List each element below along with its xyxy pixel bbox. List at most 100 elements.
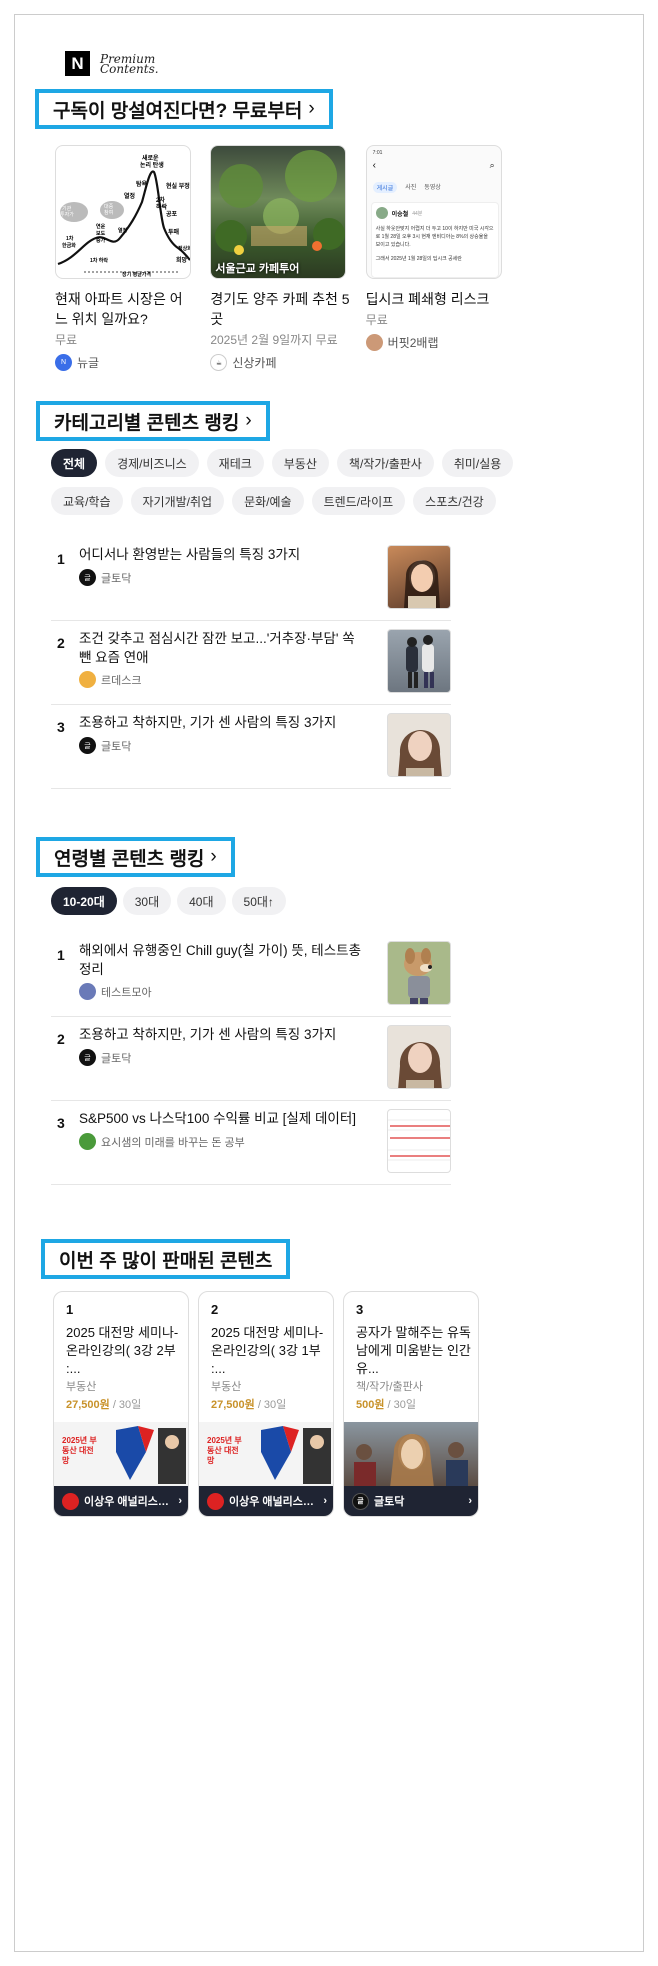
- chevron-right-icon: ›: [323, 1495, 327, 1507]
- chip-hobby[interactable]: 취미/실용: [441, 449, 514, 477]
- ranking-item[interactable]: 3 조용하고 착하지만, 기가 센 사람의 특징 3가지 글 글토닥: [51, 705, 451, 789]
- svg-text:하락: 하락: [156, 203, 168, 211]
- best-card[interactable]: 2 2025 대전망 세미나- 온라인강의( 3강 1부 :... 부동산 27…: [198, 1291, 334, 1517]
- rank-author[interactable]: 글 글토닥: [79, 1049, 131, 1066]
- price-period: / 30일: [254, 1399, 287, 1411]
- free-section-title[interactable]: 구독이 망설여진다면? 무료부터 ›: [35, 89, 333, 129]
- ranking-item[interactable]: 2 조건 갖추고 점심시간 잠깐 보고...'거추장·부담' 쏙 뺀 요즘 연애…: [51, 621, 451, 705]
- rank-title[interactable]: 조용하고 착하지만, 기가 센 사람의 특징 3가지: [79, 1025, 369, 1044]
- category-chips-row2: 교육/학습 자기개발/취업 문화/예술 트렌드/라이프 스포츠/건강: [51, 487, 496, 515]
- rank-number: 1: [57, 947, 65, 963]
- rank-title[interactable]: 조건 갖추고 점심시간 잠깐 보고...'거추장·부담' 쏙 뺀 요즘 연애: [79, 629, 369, 667]
- svg-text:기관: 기관: [62, 205, 72, 212]
- age-ranking-title[interactable]: 연령별 콘텐츠 랭킹 ›: [36, 837, 235, 877]
- chip-age-10-20[interactable]: 10-20대: [51, 887, 117, 915]
- author-name: 뉴글: [77, 356, 100, 370]
- best-channel-bar[interactable]: 글 글토닥 ›: [344, 1486, 478, 1516]
- naver-n-icon: N: [65, 51, 90, 76]
- channel-name: 이상우 애널리스트...: [229, 1496, 319, 1508]
- chip-age-50-plus[interactable]: 50대↑: [231, 887, 286, 915]
- free-card-title[interactable]: 경기도 양주 카페 추천 5곳: [210, 289, 349, 329]
- phone-tab: 사진: [405, 185, 417, 191]
- rank-title[interactable]: 조용하고 착하지만, 기가 센 사람의 특징 3가지: [79, 713, 369, 732]
- rank-title[interactable]: 해외에서 유행중인 Chill guy(칠 가이) 뜻, 테스트총정리: [79, 941, 369, 979]
- chip-real-estate[interactable]: 부동산: [271, 449, 329, 477]
- age-chips: 10-20대 30대 40대 50대↑: [51, 887, 286, 915]
- author-name: 글토닥: [101, 1052, 132, 1065]
- best-rank: 1: [66, 1302, 74, 1317]
- free-card-author[interactable]: N 뉴글: [55, 354, 194, 371]
- phone-post-body2: 그래서 2025년 1월 28일의 딥시크 공세란: [375, 256, 462, 262]
- chip-age-30[interactable]: 30대: [122, 887, 172, 915]
- best-price: 500원 / 30일: [356, 1396, 416, 1412]
- ranking-item[interactable]: 2 조용하고 착하지만, 기가 센 사람의 특징 3가지 글 글토닥: [51, 1017, 451, 1101]
- free-card[interactable]: 서울근교 카페투어 경기도 양주 카페 추천 5곳 2025년 2월 9일까지 …: [210, 145, 350, 371]
- free-card-title[interactable]: 딥시크 폐쇄형 리스크: [366, 289, 505, 309]
- avatar: [79, 1133, 96, 1150]
- phone-tab: 동영상: [424, 185, 441, 191]
- best-banner-image: 2025년 부동산 대전망: [199, 1422, 333, 1488]
- chip-all[interactable]: 전체: [51, 449, 98, 477]
- chip-education[interactable]: 교육/학습: [51, 487, 123, 515]
- rank-title[interactable]: S&P500 vs 나스닥100 수익률 비교 [실제 데이터]: [79, 1109, 369, 1128]
- chip-trend[interactable]: 트렌드/라이프: [311, 487, 406, 515]
- rank-number: 3: [57, 1115, 65, 1131]
- ranking-item[interactable]: 3 S&P500 vs 나스닥100 수익률 비교 [실제 데이터] 요시샘의 …: [51, 1101, 451, 1185]
- avatar: ☕: [210, 354, 228, 371]
- rank-title[interactable]: 어디서나 환영받는 사람들의 특징 3가지: [79, 545, 369, 564]
- best-card[interactable]: 3 공자가 말해주는 유독 남에게 미움받는 인간 유... 책/작가/출판사 …: [343, 1291, 479, 1517]
- chip-economy[interactable]: 경제/비즈니스: [105, 449, 199, 477]
- rank-author[interactable]: 테스트모아: [79, 983, 152, 1000]
- rank-number: 1: [57, 551, 65, 567]
- free-card[interactable]: 7:01 ‹ ⌕ 게시글 사진 동영상 이승철 44분 사실 하웃안맞지 어렵지…: [365, 145, 505, 371]
- chip-sports[interactable]: 스포츠/건강: [413, 487, 496, 515]
- avatar: 글: [79, 569, 96, 586]
- best-seller-title[interactable]: 이번 주 많이 판매된 콘텐츠: [41, 1239, 291, 1279]
- best-channel-bar[interactable]: 이상우 애널리스트... ›: [199, 1486, 333, 1516]
- rank-author[interactable]: 글 글토닥: [79, 737, 131, 754]
- svg-text:탐욕: 탐욕: [136, 180, 148, 188]
- rank-author[interactable]: 요시샘의 미래를 바꾸는 돈 공부: [79, 1133, 245, 1150]
- best-channel-bar[interactable]: 이상우 애널리스트... ›: [54, 1486, 188, 1516]
- avatar: N: [55, 354, 72, 371]
- avatar: 글: [79, 1049, 96, 1066]
- rank-author[interactable]: 르데스크: [79, 671, 141, 688]
- chip-culture[interactable]: 문화/예술: [232, 487, 304, 515]
- best-title[interactable]: 2025 대전망 세미나- 온라인강의( 3강 1부 :...: [211, 1324, 327, 1378]
- svg-text:투매: 투매: [168, 228, 180, 236]
- avatar: [79, 983, 96, 1000]
- category-ranking-title[interactable]: 카테고리별 콘텐츠 랭킹 ›: [36, 401, 270, 441]
- chip-books[interactable]: 책/작가/출판사: [336, 449, 434, 477]
- best-rank: 2: [211, 1302, 219, 1317]
- chip-self-dev[interactable]: 자기개발/취업: [130, 487, 225, 515]
- svg-text:현실 부정: 현실 부정: [166, 182, 190, 190]
- ranking-item[interactable]: 1 어디서나 환영받는 사람들의 특징 3가지 글 글토닥: [51, 537, 451, 621]
- ranking-item[interactable]: 1 해외에서 유행중인 Chill guy(칠 가이) 뜻, 테스트총정리 테스…: [51, 933, 451, 1017]
- rank-thumbnail: [387, 629, 451, 693]
- free-card-title[interactable]: 현재 아파트 시장은 어느 위치 일까요?: [55, 289, 194, 329]
- best-title[interactable]: 공자가 말해주는 유독 남에게 미움받는 인간 유...: [356, 1324, 472, 1378]
- market-cycle-thumbnail: 새로운 논리 탄생 탐욕 열정 2차 하락 현실 부정 공포 투매 정상화 희망…: [55, 145, 191, 279]
- avatar: [365, 334, 383, 351]
- contents-text: Contents.: [100, 61, 159, 76]
- best-card[interactable]: 1 2025 대전망 세미나- 온라인강의( 3강 2부 :... 부동산 27…: [53, 1291, 189, 1517]
- best-banner-image: [344, 1422, 478, 1488]
- best-price: 27,500원 / 30일: [66, 1396, 141, 1412]
- chip-age-40[interactable]: 40대: [177, 887, 226, 915]
- chip-finance[interactable]: 재테크: [206, 449, 264, 477]
- free-card-author[interactable]: 버핏2배랩: [365, 334, 505, 351]
- rank-number: 3: [57, 719, 65, 735]
- free-card[interactable]: 새로운 논리 탄생 탐욕 열정 2차 하락 현실 부정 공포 투매 정상화 희망…: [55, 145, 194, 371]
- best-title[interactable]: 2025 대전망 세미나- 온라인강의( 3강 2부 :...: [66, 1324, 182, 1378]
- free-card-author[interactable]: ☕ 신상카페: [210, 354, 349, 371]
- best-category: 책/작가/출판사: [356, 1381, 423, 1393]
- page-frame: N Premium Contents. 구독이 망설여진다면? 무료부터 › 새…: [14, 14, 644, 1952]
- rank-author[interactable]: 글 글토닥: [79, 569, 131, 586]
- phone-tab: 게시글: [372, 182, 398, 193]
- brand-logo[interactable]: N Premium Contents.: [65, 51, 159, 76]
- phone-post-author: 이승철 44분: [375, 207, 494, 219]
- premium-contents-logo: Premium Contents.: [100, 53, 159, 76]
- market-cycle-chart: 새로운 논리 탄생 탐욕 열정 2차 하락 현실 부정 공포 투매 정상화 희망…: [57, 154, 190, 278]
- svg-text:연운: 연운: [96, 223, 106, 230]
- chevron-right-icon: ›: [210, 846, 217, 867]
